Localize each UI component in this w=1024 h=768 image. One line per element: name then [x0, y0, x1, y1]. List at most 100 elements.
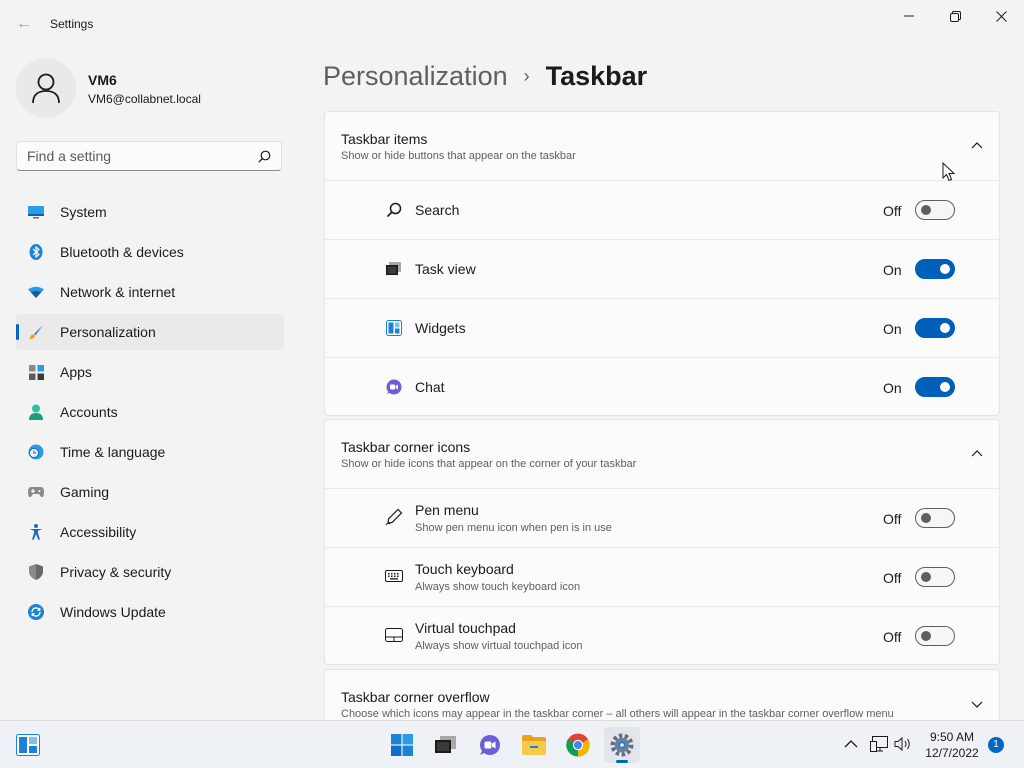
sidebar-item-gaming[interactable]: Gaming [16, 474, 284, 510]
sidebar-item-label: Gaming [60, 484, 110, 500]
sidebar-nav: System Bluetooth & devices Network & int… [16, 194, 284, 634]
widgets-icon [385, 320, 403, 336]
sidebar-item-windows-update[interactable]: Windows Update [16, 594, 284, 630]
sidebar-item-accounts[interactable]: Accounts [16, 394, 284, 430]
pen-menu-toggle[interactable] [915, 508, 955, 528]
setting-description: Always show touch keyboard icon [415, 581, 581, 593]
app-title: Settings [50, 17, 94, 31]
taskbar-widgets-button[interactable] [10, 727, 46, 763]
sidebar-item-label: Accessibility [60, 524, 137, 540]
setting-label: Touch keyboard [415, 561, 514, 577]
accessibility-icon [28, 524, 44, 540]
chevron-up-icon[interactable] [971, 140, 983, 152]
section-title: Taskbar items [341, 131, 428, 147]
toggle-state-text: On [883, 262, 902, 278]
setting-row-chat: Chat On [325, 358, 999, 415]
update-icon [28, 604, 44, 620]
avatar [16, 58, 76, 118]
toggle-knob [921, 205, 931, 215]
sidebar-item-label: Privacy & security [60, 564, 172, 580]
close-button[interactable] [978, 0, 1024, 32]
sidebar-item-label: Apps [60, 364, 92, 380]
setting-row-virtual-touchpad: Virtual touchpad Always show virtual tou… [325, 607, 999, 664]
show-hidden-icons-button[interactable] [842, 735, 860, 753]
touch-keyboard-toggle[interactable] [915, 567, 955, 587]
setting-row-task-view: Task view On [325, 240, 999, 299]
chevron-up-icon [844, 740, 858, 748]
task-view-icon [435, 736, 456, 753]
taskbar-task-view-button[interactable] [428, 727, 464, 763]
back-arrow-icon: ← [16, 15, 32, 32]
search-icon[interactable] [258, 150, 271, 168]
widgets-toggle[interactable] [915, 318, 955, 338]
user-name: VM6 [88, 72, 117, 88]
chrome-icon [566, 733, 590, 757]
section-subtitle: Show or hide buttons that appear on the … [341, 150, 576, 162]
setting-description: Always show virtual touchpad icon [415, 640, 583, 652]
sidebar-item-label: Time & language [60, 444, 166, 460]
task-view-toggle[interactable] [915, 259, 955, 279]
sidebar-item-privacy[interactable]: Privacy & security [16, 554, 284, 590]
close-icon [995, 10, 1007, 22]
taskbar-items-section: Taskbar items Show or hide buttons that … [324, 111, 1000, 416]
restore-button[interactable] [932, 0, 978, 32]
user-profile[interactable]: VM6 VM6@collabnet.local [16, 58, 296, 118]
brush-icon [28, 324, 44, 340]
setting-label: Widgets [415, 320, 466, 336]
toggle-knob [940, 264, 950, 274]
network-tray-icon[interactable] [870, 735, 888, 753]
setting-label: Pen menu [415, 502, 479, 518]
sidebar-item-label: Network & internet [60, 284, 176, 300]
taskbar-chat-button[interactable] [472, 727, 508, 763]
gamepad-icon [28, 484, 44, 500]
task-view-icon [385, 261, 403, 277]
pen-icon [385, 508, 403, 526]
sidebar-item-system[interactable]: System [16, 194, 284, 230]
page-title: Taskbar [545, 60, 648, 91]
setting-label: Search [415, 202, 460, 218]
taskbar-corner-icons-header[interactable]: Taskbar corner icons Show or hide icons … [325, 420, 999, 489]
shield-icon [28, 564, 44, 580]
mouse-cursor-icon [942, 162, 956, 182]
setting-label: Chat [415, 379, 445, 395]
sidebar-item-apps[interactable]: Apps [16, 354, 284, 390]
search-toggle[interactable] [915, 200, 955, 220]
touchpad-icon [385, 627, 403, 643]
sidebar-item-label: Bluetooth & devices [60, 244, 184, 260]
taskbar-settings-button[interactable] [604, 727, 640, 763]
sidebar-item-label: Personalization [60, 324, 156, 340]
widgets-icon [16, 734, 40, 756]
sidebar-item-label: System [60, 204, 107, 220]
taskbar-file-explorer-button[interactable] [516, 727, 552, 763]
back-button[interactable]: ← [10, 10, 38, 38]
bluetooth-icon [28, 244, 44, 260]
taskbar-items-header[interactable]: Taskbar items Show or hide buttons that … [325, 112, 999, 181]
chat-icon [480, 735, 500, 755]
clock-date: 12/7/2022 [925, 746, 979, 760]
breadcrumb-parent-link[interactable]: Personalization [323, 61, 508, 92]
minimize-button[interactable] [886, 0, 932, 32]
setting-description: Show pen menu icon when pen is in use [415, 522, 612, 534]
title-bar: ← Settings [0, 0, 1024, 48]
setting-row-widgets: Widgets On [325, 299, 999, 358]
person-icon [28, 404, 44, 420]
setting-row-search: Search Off [325, 181, 999, 240]
search-input[interactable] [17, 142, 257, 170]
virtual-touchpad-toggle[interactable] [915, 626, 955, 646]
sidebar-item-bluetooth[interactable]: Bluetooth & devices [16, 234, 284, 270]
toggle-state-text: Off [883, 203, 902, 219]
sidebar-item-accessibility[interactable]: Accessibility [16, 514, 284, 550]
chat-toggle[interactable] [915, 377, 955, 397]
taskbar-chrome-button[interactable] [560, 727, 596, 763]
sidebar-item-time-language[interactable]: Time & language [16, 434, 284, 470]
taskbar-start-button[interactable] [384, 727, 420, 763]
chevron-down-icon[interactable] [971, 698, 983, 710]
chat-icon [385, 379, 403, 395]
chevron-up-icon[interactable] [971, 448, 983, 460]
taskbar-clock[interactable]: 9:50 AM 12/7/2022 [920, 729, 984, 761]
notification-badge[interactable]: 1 [988, 737, 1004, 753]
volume-icon[interactable] [894, 735, 912, 753]
sidebar-item-network[interactable]: Network & internet [16, 274, 284, 310]
sidebar-item-personalization[interactable]: Personalization [16, 314, 284, 350]
toggle-state-text: On [883, 321, 902, 337]
